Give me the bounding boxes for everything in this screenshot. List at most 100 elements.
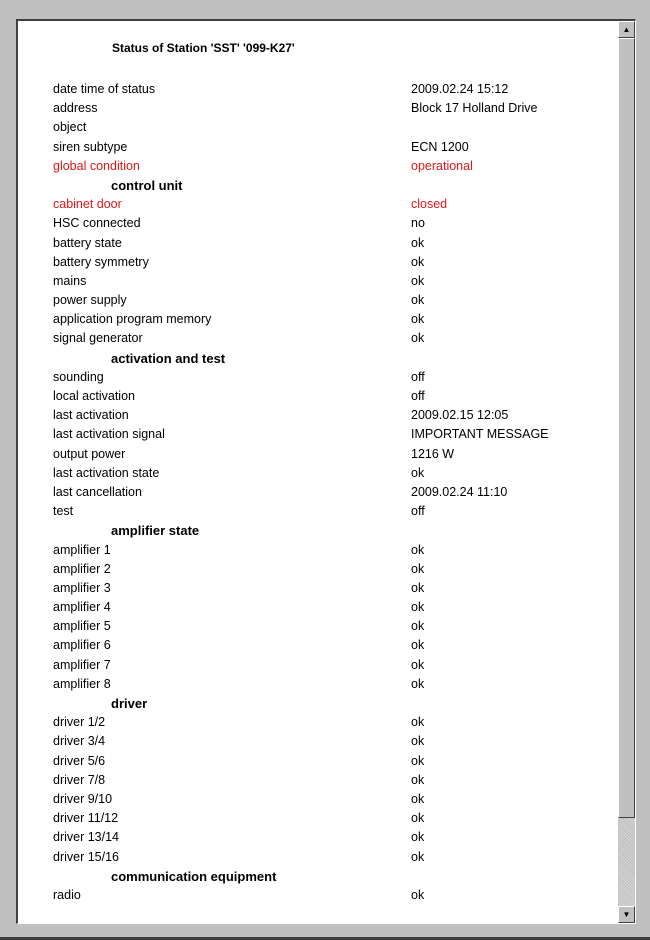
status-row: amplifier 6 ok — [53, 636, 613, 655]
status-row: signal generator ok — [53, 329, 613, 348]
status-value: ok — [411, 312, 425, 327]
status-value: ok — [411, 580, 425, 595]
status-label: driver 15/16 — [53, 849, 120, 864]
section-title: amplifier state — [111, 523, 200, 539]
status-value: ECN 1200 — [411, 139, 469, 154]
status-label: driver 11/12 — [53, 811, 119, 826]
status-label: application program memory — [53, 312, 212, 327]
status-row: amplifier 5 ok — [53, 617, 613, 636]
status-row: driver 7/8 ok — [53, 771, 613, 790]
section-header: communication equipment — [53, 867, 613, 886]
status-value: ok — [411, 619, 425, 634]
status-row: power supply ok — [53, 291, 613, 310]
status-row: object — [53, 118, 613, 137]
status-row: cabinet door closed — [53, 195, 613, 214]
status-value: ok — [411, 887, 425, 902]
status-label: amplifier 4 — [53, 600, 111, 615]
status-label: mains — [53, 273, 87, 288]
status-label: driver 9/10 — [53, 791, 113, 806]
status-row: output power 1216 W — [53, 445, 613, 464]
status-row: radio ok — [53, 886, 613, 905]
status-value: no — [411, 216, 425, 231]
status-label: amplifier 1 — [53, 542, 111, 557]
arrow-down-icon: ▼ — [622, 910, 631, 919]
status-value: ok — [411, 465, 425, 480]
status-value: 2009.02.24 11:10 — [411, 484, 508, 499]
status-label: signal generator — [53, 331, 143, 346]
status-row: HSC connected no — [53, 214, 613, 233]
status-label: global condition — [53, 158, 140, 173]
status-row: driver 11/12 ok — [53, 809, 613, 828]
status-value: 1216 W — [411, 446, 455, 461]
status-row: local activation off — [53, 387, 613, 406]
section-header: driver — [53, 694, 613, 713]
scroll-up-button[interactable]: ▲ — [618, 21, 635, 38]
status-row: global condition operational — [53, 157, 613, 176]
status-value: ok — [411, 811, 425, 826]
status-value: ok — [411, 676, 425, 691]
section-header: control unit — [53, 176, 613, 195]
status-panel: Status of Station 'SST' '099-K27' date t… — [16, 19, 636, 924]
status-row: battery state ok — [53, 234, 613, 253]
status-content: Status of Station 'SST' '099-K27' date t… — [18, 21, 615, 923]
section-title: activation and test — [111, 350, 226, 366]
status-row: driver 9/10 ok — [53, 790, 613, 809]
vertical-scrollbar[interactable]: ▲ ▼ — [618, 21, 635, 923]
status-label: amplifier 5 — [53, 619, 111, 634]
status-row: driver 15/16 ok — [53, 848, 613, 867]
status-value: ok — [411, 657, 425, 672]
status-row: last cancellation 2009.02.24 11:10 — [53, 483, 613, 502]
status-label: siren subtype — [53, 139, 128, 154]
status-row: battery symmetry ok — [53, 253, 613, 272]
status-list: date time of status 2009.02.24 15:12 addre… — [53, 80, 613, 905]
status-label: object — [53, 120, 87, 135]
status-row: amplifier 8 ok — [53, 675, 613, 694]
status-row: driver 5/6 ok — [53, 752, 613, 771]
status-label: last activation state — [53, 465, 160, 480]
status-row: driver 1/2 ok — [53, 713, 613, 732]
status-label: radio — [53, 887, 81, 902]
status-label: last activation — [53, 408, 129, 423]
status-value: ok — [411, 753, 425, 768]
status-value: 2009.02.15 12:05 — [411, 408, 509, 423]
status-label: power supply — [53, 293, 127, 308]
status-row: last activation signal IMPORTANT MESSAGE — [53, 425, 613, 444]
section-title: driver — [111, 696, 148, 711]
status-value: ok — [411, 293, 425, 308]
status-label: driver 7/8 — [53, 772, 106, 787]
status-value: ok — [411, 830, 425, 845]
scroll-down-button[interactable]: ▼ — [618, 906, 635, 923]
status-row: amplifier 1 ok — [53, 541, 613, 560]
status-row: date time of status 2009.02.24 15:12 — [53, 80, 613, 99]
status-label: battery state — [53, 235, 122, 250]
status-label: last cancellation — [53, 484, 142, 499]
status-label: amplifier 6 — [53, 638, 111, 653]
status-label: amplifier 2 — [53, 561, 111, 576]
status-label: last activation signal — [53, 427, 165, 442]
scroll-thumb[interactable] — [618, 38, 635, 818]
status-value: ok — [411, 542, 425, 557]
page-title: Status of Station 'SST' '099-K27' — [112, 41, 295, 55]
status-value: ok — [411, 254, 425, 269]
status-value: ok — [411, 235, 425, 250]
status-label: date time of status — [53, 82, 156, 96]
status-value: off — [411, 389, 425, 403]
section-title: communication equipment — [111, 868, 277, 884]
status-label: cabinet door — [53, 197, 122, 212]
status-label: amplifier 8 — [53, 676, 111, 691]
status-label: driver 1/2 — [53, 715, 106, 730]
status-value: ok — [411, 791, 425, 806]
status-label: test — [53, 504, 74, 519]
status-row: address Block 17 Holland Drive — [53, 99, 613, 118]
status-value: ok — [411, 331, 425, 346]
status-label: amplifier 7 — [53, 657, 111, 672]
status-value: ok — [411, 772, 425, 787]
status-label: local activation — [53, 389, 135, 403]
status-value: ok — [411, 734, 425, 749]
status-value: off — [411, 369, 425, 384]
status-row: last activation state ok — [53, 464, 613, 483]
status-row: driver 13/14 ok — [53, 828, 613, 847]
status-label: driver 13/14 — [53, 830, 120, 845]
status-value: ok — [411, 600, 425, 615]
status-value: ok — [411, 561, 425, 576]
